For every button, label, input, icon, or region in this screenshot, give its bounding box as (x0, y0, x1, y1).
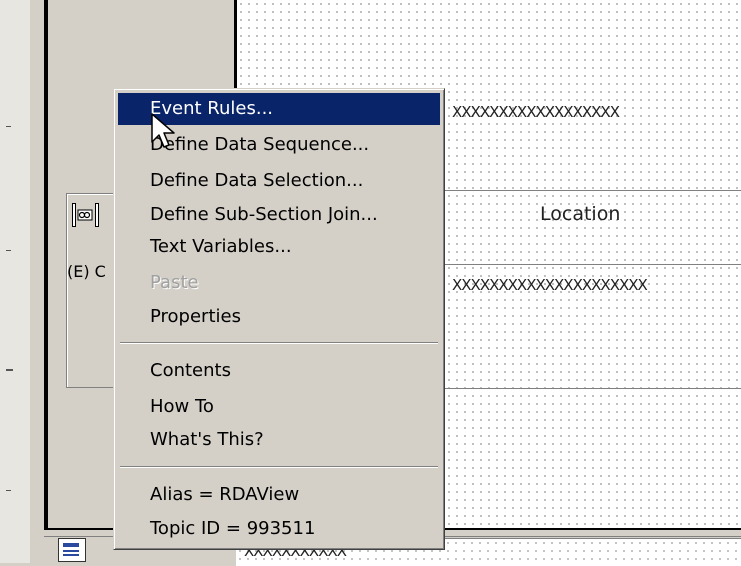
menu-item-how-to[interactable]: How To (118, 391, 440, 423)
menu-item-whats-this[interactable]: What's This? (118, 424, 440, 456)
menu-separator (120, 342, 438, 344)
ruler-tick (6, 126, 11, 127)
section-frame (30, 0, 45, 563)
field-placeholder[interactable]: XXXXXXXXXXXXXXXXXX (452, 103, 620, 121)
menu-item-alias: Alias = RDAView (150, 484, 300, 505)
ruler-tick (6, 490, 11, 491)
column-header-location[interactable]: Location (540, 203, 620, 225)
vertical-ruler (0, 0, 30, 563)
report-section-icon[interactable] (58, 538, 86, 562)
menu-item-define-sub-section-join[interactable]: Define Sub-Section Join... (118, 199, 440, 231)
join-section-icon (72, 203, 99, 227)
menu-item-properties[interactable]: Properties (118, 301, 440, 333)
ruler-tick (6, 369, 13, 371)
component-label: (E) C (67, 262, 106, 281)
ruler-tick (6, 250, 11, 251)
menu-item-text-variables[interactable]: Text Variables... (118, 231, 440, 263)
menu-item-define-data-selection[interactable]: Define Data Selection... (118, 165, 440, 197)
arrow-cursor-icon (151, 113, 175, 148)
context-menu: Event Rules... Define Data Sequence... D… (113, 88, 445, 550)
menu-item-contents[interactable]: Contents (118, 355, 440, 387)
menu-separator (120, 466, 438, 468)
field-placeholder[interactable]: XXXXXXXXXXXXXXXXXXXXX (452, 276, 648, 294)
menu-item-topic-id: Topic ID = 993511 (150, 518, 316, 539)
menu-item-paste: Paste (150, 272, 199, 293)
